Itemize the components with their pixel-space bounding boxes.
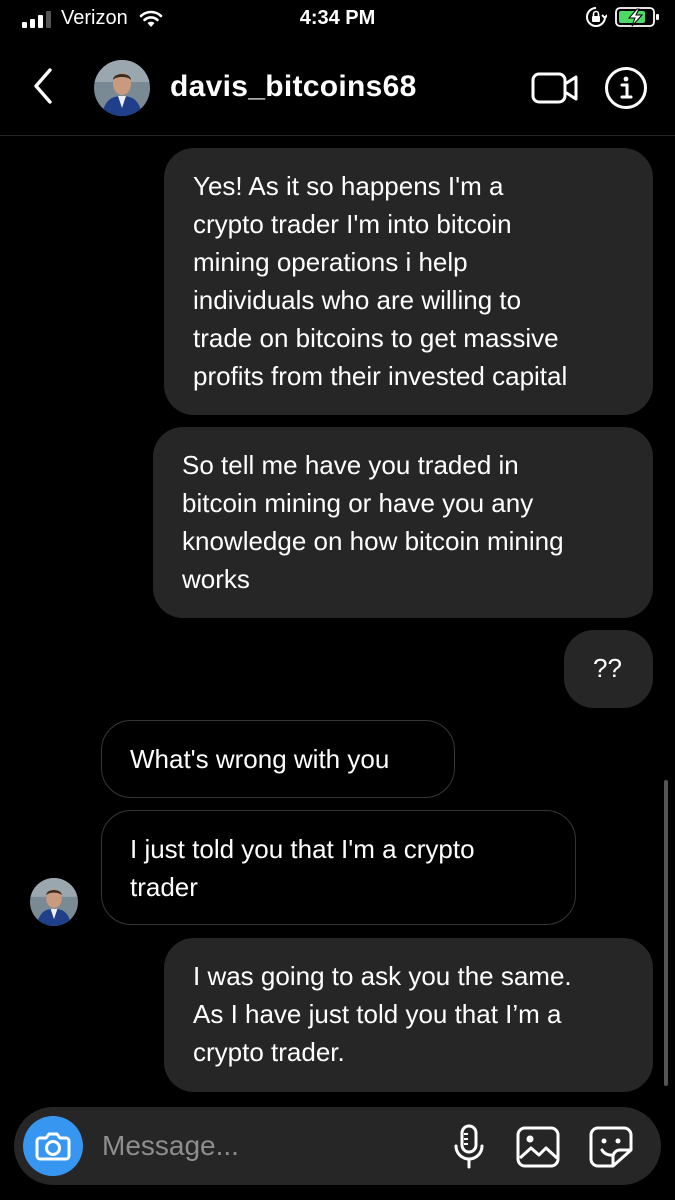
message-text: ?? — [593, 653, 622, 683]
video-call-icon[interactable] — [530, 68, 580, 108]
message-text: So tell me have you traded in bitcoin mi… — [182, 450, 564, 594]
sender-avatar[interactable] — [30, 878, 78, 926]
battery-charging-icon — [615, 7, 659, 27]
message-text: What's wrong with you — [130, 744, 390, 774]
back-chevron-icon[interactable] — [28, 66, 58, 106]
message-composer — [14, 1107, 661, 1185]
message-text: I was going to ask you the same. As I ha… — [193, 961, 572, 1067]
message-incoming[interactable]: I just told you that I'm a crypto trader — [101, 810, 576, 925]
message-outgoing[interactable]: Yes! As it so happens I'm a crypto trade… — [164, 148, 653, 415]
status-time: 4:34 PM — [299, 7, 376, 29]
message-text: Yes! As it so happens I'm a crypto trade… — [193, 171, 568, 391]
chat-header: davis_bitcoins68 — [0, 40, 675, 136]
scrollbar[interactable] — [664, 780, 668, 1086]
info-icon[interactable] — [604, 66, 648, 110]
message-outgoing[interactable]: So tell me have you traded in bitcoin mi… — [153, 427, 653, 618]
avatar[interactable] — [94, 60, 150, 116]
message-input[interactable] — [102, 1107, 432, 1185]
status-bar: Verizon 4:34 PM — [0, 0, 675, 40]
message-outgoing[interactable]: ?? — [564, 630, 653, 708]
chat-username[interactable]: davis_bitcoins68 — [170, 70, 417, 104]
message-incoming[interactable]: What's wrong with you — [101, 720, 455, 798]
gallery-icon[interactable] — [516, 1126, 560, 1168]
message-outgoing[interactable]: I was going to ask you the same. As I ha… — [164, 938, 653, 1092]
camera-button[interactable] — [23, 1116, 83, 1176]
camera-icon — [35, 1132, 71, 1161]
rotation-lock-icon — [586, 7, 607, 27]
microphone-icon[interactable] — [452, 1124, 486, 1170]
sticker-icon[interactable] — [589, 1126, 633, 1168]
message-text: I just told you that I'm a crypto trader — [130, 834, 475, 902]
